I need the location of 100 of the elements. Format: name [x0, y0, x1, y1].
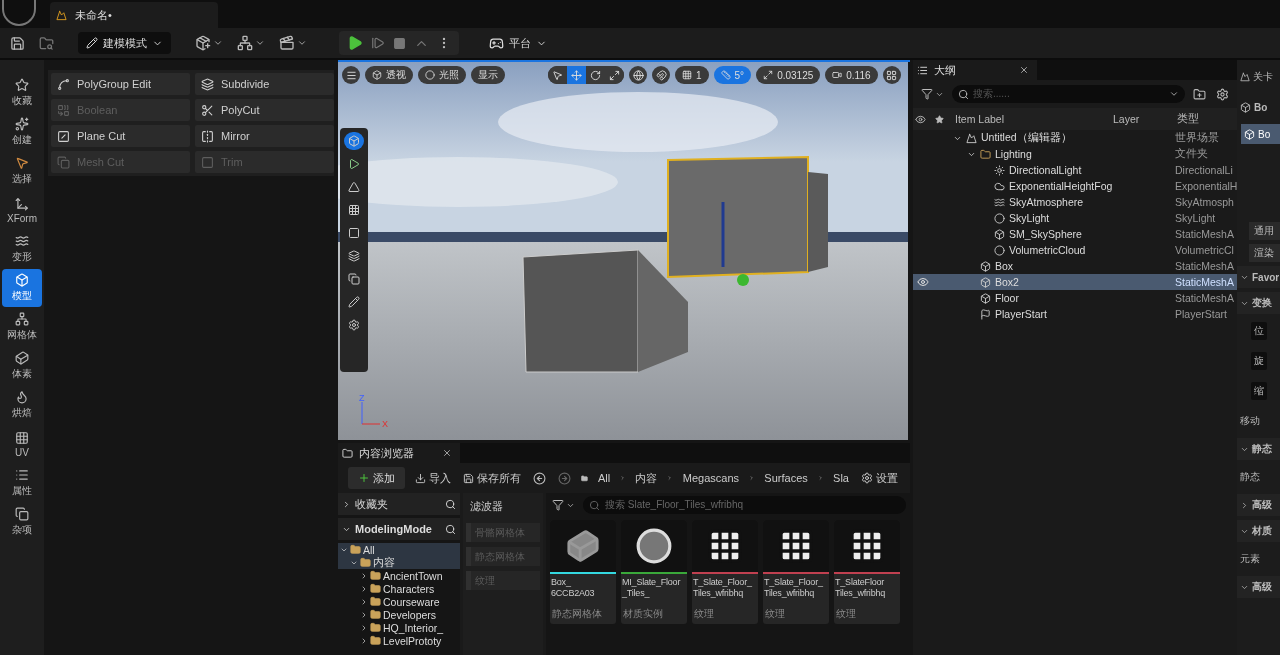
panel-tab[interactable]: 关卡 [1253, 70, 1273, 84]
tool-button[interactable]: PolyCut [195, 99, 334, 121]
folder-tree-item[interactable]: Courseware [338, 595, 460, 608]
mode-category-tab[interactable]: 模型 [2, 269, 42, 307]
outliner-row[interactable]: Untitled（编辑器） 世界场景 [913, 130, 1237, 146]
sphere-thumbnail-icon [635, 527, 673, 565]
view-option-button[interactable]: 光照 [418, 66, 466, 84]
mode-category-tab[interactable]: 创建 [2, 113, 42, 151]
import-button[interactable]: 导入 [413, 470, 453, 486]
asset-tile[interactable]: T_Slate_Floor_ Tiles_wfribhq 纹理 [692, 520, 758, 624]
grid-snap-button[interactable]: 1 [675, 66, 709, 84]
folder-tree-item[interactable]: Developers [338, 608, 460, 621]
outliner-row[interactable]: SM_SkySphere StaticMeshA [913, 226, 1237, 242]
mode-category-tab[interactable]: 属性 [2, 464, 42, 502]
outliner-row[interactable]: Box StaticMeshA [913, 258, 1237, 274]
category-button[interactable]: 渲染 [1249, 244, 1280, 262]
close-button[interactable] [442, 448, 452, 458]
column-header[interactable]: Item Label [955, 113, 1113, 125]
folder-tree-item[interactable]: AncientTown [338, 569, 460, 582]
outliner-row[interactable]: VolumetricCloud VolumetricCl [913, 242, 1237, 258]
outliner-row[interactable]: Box2 StaticMeshA [913, 274, 1237, 290]
tool-button[interactable]: Plane Cut [51, 125, 190, 147]
scale-snap-button[interactable]: 0.03125 [756, 66, 821, 84]
settings-button[interactable] [1214, 85, 1231, 103]
property-field[interactable]: 缩 [1251, 382, 1267, 400]
add-button[interactable]: 添加 [348, 467, 405, 489]
outliner-row[interactable]: SkyLight SkyLight [913, 210, 1237, 226]
outliner-row[interactable]: Floor StaticMeshA [913, 290, 1237, 306]
visibility-icon[interactable] [917, 276, 929, 288]
breadcrumb-link[interactable]: 内容 [633, 470, 660, 486]
move-tool-button[interactable] [567, 66, 586, 84]
mode-category-tab[interactable]: 变形 [2, 230, 42, 268]
folder-tree-item[interactable]: LevelPrototy [338, 634, 460, 647]
view-option-button[interactable]: 显示 [471, 66, 505, 84]
outliner-row[interactable]: PlayerStart PlayerStart [913, 306, 1237, 322]
asset-tile[interactable]: T_Slate_Floor_ Tiles_wfribhq 纹理 [763, 520, 829, 624]
column-header[interactable]: 类型 [1177, 112, 1237, 126]
outliner-row[interactable]: DirectionalLight DirectionalLi [913, 162, 1237, 178]
asset-type: 静态网格体 [551, 607, 603, 621]
column-header[interactable]: Layer [1113, 113, 1177, 125]
favorites-header[interactable]: 收藏夹 [338, 493, 460, 515]
mode-category-tab[interactable]: XForm [2, 191, 42, 229]
component-row[interactable]: Bo [1241, 124, 1280, 144]
mode-category-tab[interactable]: 网格体 [2, 308, 42, 346]
platform-dropdown[interactable]: 平台 [481, 32, 555, 54]
mode-category-tab[interactable]: 杂项 [2, 503, 42, 541]
mode-category-tab[interactable]: 选择 [2, 152, 42, 190]
folder-tree-item[interactable]: 内容 [338, 556, 460, 569]
grid-icon [348, 204, 360, 216]
mode-category-tab[interactable]: 收藏 [2, 74, 42, 112]
app-logo-icon[interactable] [2, 0, 36, 26]
forward-button[interactable] [556, 469, 573, 487]
search-icon[interactable] [445, 498, 456, 510]
close-button[interactable] [1019, 65, 1029, 75]
expand-caret-icon[interactable] [1240, 500, 1249, 510]
collection-header[interactable]: ModelingMode [338, 518, 460, 540]
plus-icon [358, 472, 370, 484]
visibility-icon[interactable] [915, 113, 926, 125]
square-icon [348, 227, 360, 239]
select-tool-button[interactable] [344, 132, 364, 150]
angle-snap-button[interactable]: 5° [713, 66, 752, 84]
mode-category-tab[interactable]: UV [2, 425, 42, 463]
outliner-row[interactable]: ExponentialHeightFog ExponentialH [913, 178, 1237, 194]
outliner-row[interactable]: SkyAtmosphere SkyAtmosph [913, 194, 1237, 210]
back-button[interactable] [531, 469, 548, 487]
tool-button[interactable]: Subdivide [195, 73, 334, 95]
viewport-scene-drawing[interactable] [338, 62, 908, 440]
tool-button[interactable]: PolyGroup Edit [51, 73, 190, 95]
mode-category-tab[interactable]: 烘焙 [2, 386, 42, 424]
document-tab[interactable]: 未命名• [50, 2, 218, 28]
star-icon[interactable] [935, 114, 944, 124]
asset-tile[interactable]: MI_Slate_Floor _Tiles_ 材质实例 [621, 520, 687, 624]
property-field[interactable]: 位 [1251, 322, 1267, 340]
mode-category-tab[interactable]: 体素 [2, 347, 42, 385]
mode-dropdown[interactable]: 建模模式 [78, 32, 171, 54]
item-type: PlayerStart [1175, 308, 1228, 320]
view-option-button[interactable]: 透视 [365, 66, 413, 84]
search-icon[interactable] [445, 523, 456, 535]
breadcrumb-link[interactable]: Surfaces [762, 472, 810, 484]
breadcrumb-link[interactable]: Megascans [680, 472, 742, 484]
breadcrumb-link[interactable]: Sla [831, 472, 851, 484]
tool-button[interactable]: Mirror [195, 125, 334, 147]
panel-tab[interactable]: 内容浏览器 [338, 443, 460, 463]
breadcrumb-link[interactable]: All [595, 472, 613, 484]
category-button[interactable]: 通用 [1249, 222, 1280, 240]
save-all-button[interactable]: 保存所有 [461, 470, 523, 486]
asset-tile[interactable]: Box_ 6CCB2A03 静态网格体 [550, 520, 616, 624]
clapperboard-icon [279, 35, 295, 51]
search-field[interactable]: 搜索 Slate_Floor_Tiles_wfribhq [583, 496, 906, 514]
property-field[interactable]: 旋 [1251, 352, 1267, 370]
camera-speed-button[interactable]: 0.116 [825, 66, 878, 84]
panel-tab[interactable]: 大纲 [913, 60, 1037, 80]
folder-tree-item[interactable]: All [338, 543, 460, 556]
outliner-row[interactable]: Lighting 文件夹 [913, 146, 1237, 162]
property-label: 元素 [1240, 552, 1260, 566]
folder-tree-item[interactable]: HQ_Interior_ [338, 621, 460, 634]
asset-tile[interactable]: T_SlateFloor Tiles_wfribhq 纹理 [834, 520, 900, 624]
separator-icon [749, 473, 755, 483]
folder-tree-item[interactable]: Characters [338, 582, 460, 595]
settings-button[interactable]: 设置 [859, 470, 900, 486]
